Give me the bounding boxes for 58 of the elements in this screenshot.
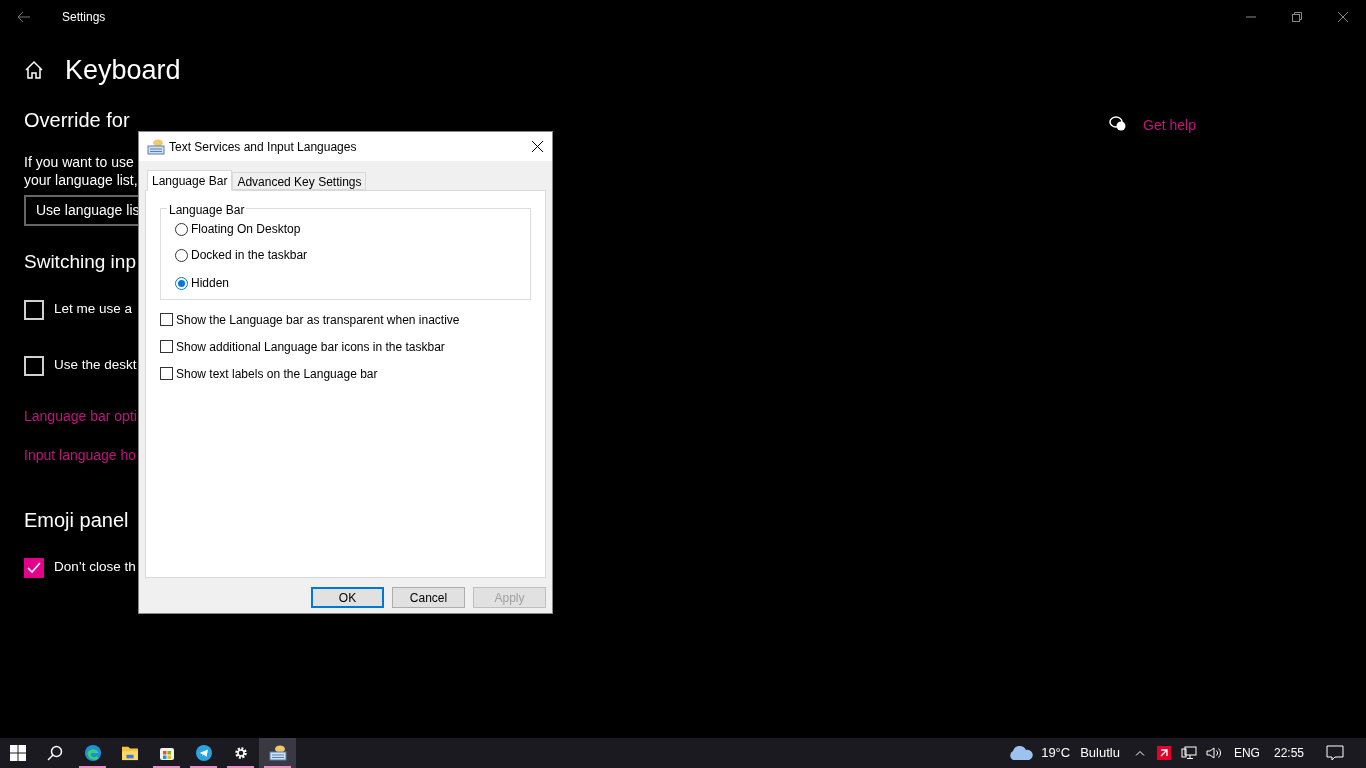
notifications-icon[interactable] (1326, 745, 1344, 761)
close-icon (1338, 11, 1348, 22)
get-help-link[interactable]: Get help (1143, 115, 1196, 136)
checkbox[interactable] (160, 340, 173, 353)
browser-icon (83, 744, 102, 762)
back-arrow-icon[interactable] (17, 10, 31, 23)
link[interactable]: Language bar opti (24, 406, 137, 426)
home-icon[interactable] (24, 60, 44, 80)
volume-icon[interactable] (1205, 746, 1222, 760)
tab[interactable]: Language Bar (147, 170, 233, 191)
checkbox-label: Show text labels on the Language bar (176, 365, 378, 383)
radio-label: Floating On Desktop (191, 221, 301, 238)
cloud-icon (1008, 745, 1035, 761)
checkbox-label: Let me use a (54, 300, 133, 319)
checkbox[interactable] (160, 313, 173, 326)
checkbox-label: Don’t close th (54, 558, 136, 577)
search-icon (47, 745, 63, 761)
chevron-up-icon[interactable] (1134, 750, 1145, 756)
clock-text[interactable]: 22:55 (1273, 744, 1304, 762)
folder-icon (120, 745, 139, 761)
dialog-title: Text Services and Input Languages (169, 138, 357, 156)
language-indicator[interactable]: ENG (1233, 744, 1260, 762)
taskbar-app[interactable] (259, 738, 296, 768)
description-text: If you want to use (24, 153, 135, 171)
description-text: your language list, (24, 171, 138, 189)
section-heading: Override for (24, 108, 130, 133)
paper-plane-icon (195, 745, 212, 761)
dialog-button[interactable]: OK (311, 587, 384, 608)
checkbox[interactable] (160, 367, 173, 380)
section-heading: Emoji panel (24, 507, 129, 533)
chat-help-icon (1109, 116, 1127, 132)
dialog-button[interactable]: Cancel (392, 587, 465, 608)
restore-icon (1292, 11, 1302, 22)
keyboard-icon (268, 744, 287, 762)
windows-logo-icon (10, 745, 26, 761)
section-heading: Switching inp (24, 250, 136, 274)
radio-button[interactable] (175, 222, 188, 236)
radio-button[interactable] (175, 276, 188, 290)
weather-text: Bulutlu (1080, 744, 1120, 763)
minimize-icon (1246, 15, 1256, 18)
checkbox[interactable] (24, 557, 44, 578)
close-icon (531, 141, 543, 152)
link[interactable]: Input language ho (24, 445, 137, 465)
store-icon (158, 745, 175, 761)
checkbox-label: Show additional Language bar icons in the taskbar (176, 338, 445, 356)
settings-icon (232, 745, 249, 761)
keyboard-icon (147, 137, 165, 156)
radio-button[interactable] (175, 248, 188, 262)
checkbox-label: Show the Language bar as transparent when inactive (176, 311, 460, 329)
temperature-text: 19°C (1041, 744, 1071, 763)
network-icon[interactable] (1180, 746, 1197, 760)
tab[interactable]: Advanced Key Settings (232, 172, 367, 190)
window-title: Settings (62, 8, 106, 26)
radio-label: Docked in the taskbar (191, 247, 308, 264)
radio-label: Hidden (191, 275, 230, 292)
tray-app-icon[interactable] (1156, 746, 1171, 760)
page-title: Keyboard (65, 53, 181, 87)
checkbox-label: Use the deskt (54, 356, 137, 375)
